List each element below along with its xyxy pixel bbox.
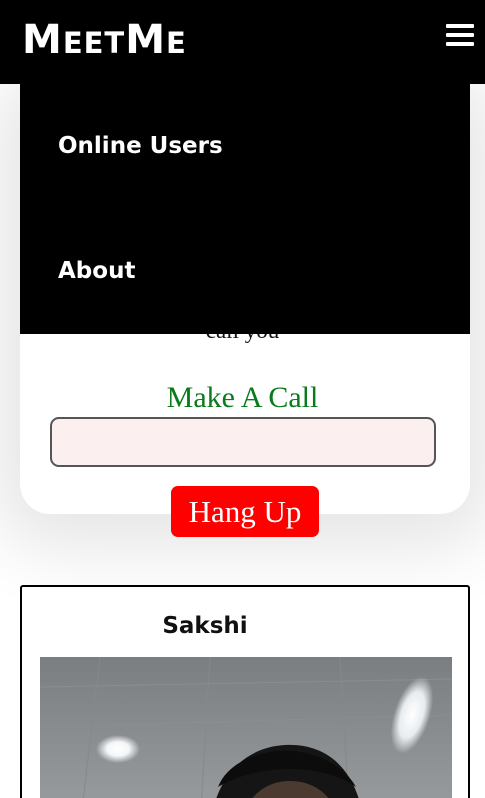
make-call-heading: Make A Call — [166, 381, 319, 414]
nav-item-about[interactable]: About — [58, 257, 135, 285]
app-header: MEETME — [0, 0, 485, 84]
nav-dropdown-menu: Online Users About — [20, 84, 470, 334]
logo-letters-eet: EET — [62, 26, 126, 60]
user-name: Sakshi — [162, 613, 248, 639]
nav-item-online-users[interactable]: Online Users — [58, 132, 223, 160]
logo-letter-m1: M — [22, 17, 63, 63]
app-logo[interactable]: MEETME — [22, 18, 187, 65]
hamburger-line — [446, 42, 474, 46]
video-feed — [40, 657, 452, 798]
hamburger-menu-icon[interactable] — [446, 24, 474, 46]
hang-up-button[interactable]: Hang Up — [171, 486, 319, 537]
hamburger-line — [446, 24, 474, 28]
hamburger-line — [446, 33, 474, 37]
logo-letter-m2: M — [125, 17, 167, 63]
user-card: Sakshi — [20, 585, 470, 798]
video-frame-image — [40, 657, 452, 798]
call-id-input[interactable] — [50, 417, 436, 467]
logo-letter-e: E — [166, 26, 187, 60]
